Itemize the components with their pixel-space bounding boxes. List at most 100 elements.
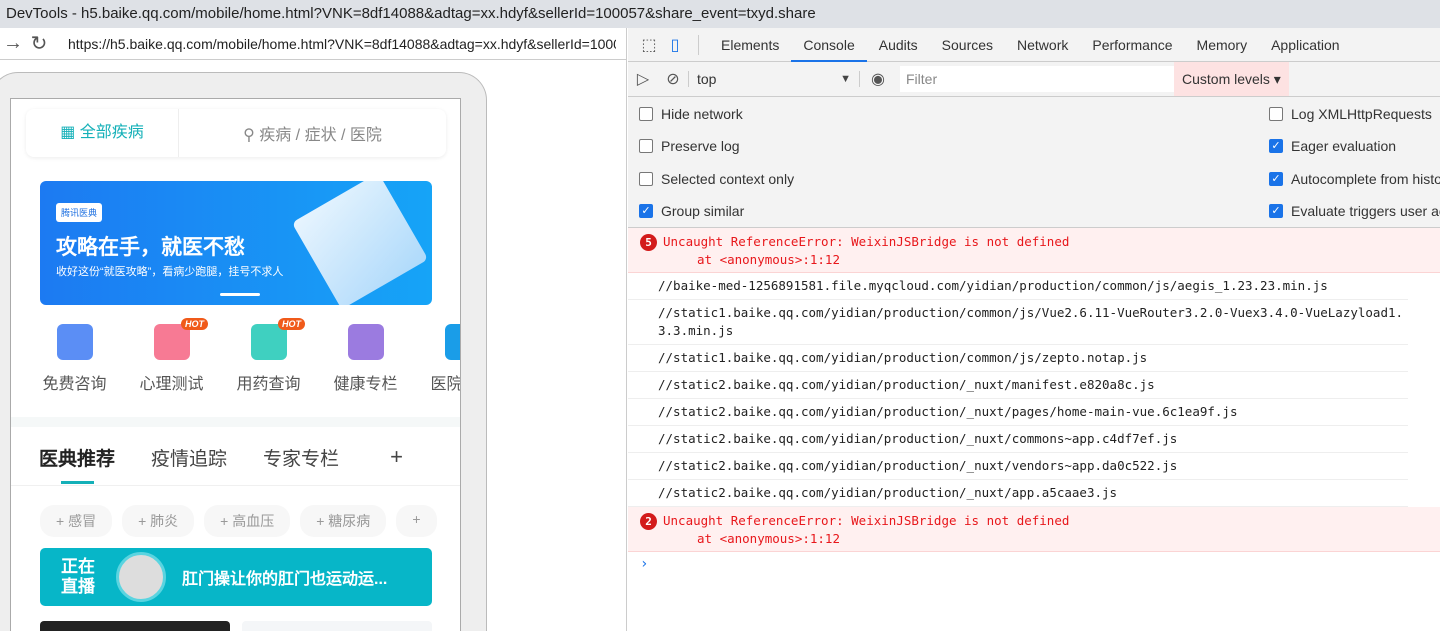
shortcut-item[interactable]: 免费咨询 bbox=[26, 324, 123, 394]
console-log: //static1.baike.qq.com/yidian/production… bbox=[628, 345, 1408, 372]
error-location[interactable]: at <anonymous>:1:12 bbox=[663, 530, 1440, 548]
add-tab-button[interactable]: + bbox=[390, 444, 403, 470]
address-bar[interactable]: https://h5.baike.qq.com/mobile/home.html… bbox=[68, 36, 616, 52]
browser-nav-bar: → ↻ https://h5.baike.qq.com/mobile/home.… bbox=[0, 28, 626, 60]
repeat-count-badge: 5 bbox=[640, 234, 657, 251]
setting-checkbox[interactable]: ✓ Autocomplete from history bbox=[1269, 171, 1440, 187]
document-illustration bbox=[291, 181, 429, 305]
setting-checkbox[interactable]: Hide network bbox=[639, 106, 743, 122]
devtools-panel: ⬚ ▯ Elements Console Audits Sources Network P… bbox=[628, 28, 1440, 576]
tag[interactable]: + 高血压 bbox=[204, 505, 291, 537]
console-error: 2 Uncaught ReferenceError: WeixinJSBridge… bbox=[628, 507, 1440, 552]
promo-banner[interactable]: 腾讯医典 攻略在手，就医不愁 收好这份“就医攻略”，看病少跑腿，挂号不求人 bbox=[40, 181, 432, 305]
reload-icon[interactable]: ↻ bbox=[26, 31, 52, 56]
console-log: //static2.baike.qq.com/yidian/production… bbox=[628, 399, 1408, 426]
search-input[interactable]: ⚲ 疾病 / 症状 / 医院 bbox=[179, 121, 446, 145]
shortcut-icon bbox=[347, 324, 384, 360]
tag[interactable]: + bbox=[396, 505, 437, 537]
checkbox[interactable] bbox=[639, 139, 653, 153]
shortcut-label: 免费咨询 bbox=[42, 376, 107, 393]
tab-memory[interactable]: Memory bbox=[1185, 28, 1260, 62]
checkbox[interactable]: ✓ bbox=[639, 204, 653, 218]
carousel-indicator bbox=[220, 293, 260, 296]
live-label: 正在 直播 bbox=[61, 557, 95, 596]
console-log: //static2.baike.qq.com/yidian/production… bbox=[628, 453, 1408, 480]
banner-subtitle: 收好这份“就医攻略”，看病少跑腿，挂号不求人 bbox=[56, 266, 284, 278]
filter-input[interactable]: Filter bbox=[900, 66, 1174, 92]
setting-checkbox[interactable]: Log XMLHttpRequests bbox=[1269, 106, 1432, 122]
tab-application[interactable]: Application bbox=[1259, 28, 1352, 62]
shortcut-icon bbox=[56, 324, 93, 360]
context-selector[interactable]: top ▼ bbox=[688, 71, 860, 87]
checkbox[interactable]: ✓ bbox=[1269, 172, 1283, 186]
article-thumbnail[interactable] bbox=[40, 621, 230, 631]
console-output: 5 Uncaught ReferenceError: WeixinJSBridge… bbox=[628, 228, 1440, 576]
tab-console[interactable]: Console bbox=[791, 28, 867, 62]
shortcut-item[interactable]: HOT 用药查询 bbox=[220, 318, 317, 394]
setting-checkbox[interactable]: ✓Evaluate triggers user activation bbox=[1269, 203, 1440, 219]
tab-experts[interactable]: 专家专栏 bbox=[263, 444, 339, 471]
console-error: 5 Uncaught ReferenceError: WeixinJSBridge… bbox=[628, 228, 1440, 273]
article-thumbnail[interactable] bbox=[242, 621, 432, 631]
setting-checkbox[interactable]: Preserve log bbox=[639, 138, 740, 154]
tag[interactable]: + 糖尿病 bbox=[300, 505, 387, 537]
tab-performance[interactable]: Performance bbox=[1080, 28, 1184, 62]
shortcut-item[interactable]: HOT 心理测试 bbox=[123, 318, 220, 394]
forward-icon[interactable]: → bbox=[0, 32, 26, 55]
setting-checkbox[interactable]: Selected context only bbox=[639, 171, 794, 187]
console-settings: Hide network Preserve log Selected context… bbox=[628, 97, 1440, 228]
checkbox[interactable]: ✓ bbox=[1269, 204, 1283, 218]
shortcut-icon bbox=[444, 324, 460, 360]
checkbox[interactable]: ✓ bbox=[1269, 139, 1283, 153]
checkbox[interactable] bbox=[1269, 107, 1283, 121]
banner-title: 攻略在手，就医不愁 bbox=[56, 236, 245, 259]
divider bbox=[11, 485, 460, 486]
shortcut-label: 医院挂号 bbox=[430, 376, 461, 393]
tab-recommend[interactable]: 医典推荐 bbox=[39, 444, 115, 471]
console-log: //static2.baike.qq.com/yidian/production… bbox=[628, 480, 1408, 507]
content-tabs: 医典推荐 疫情追踪 专家专栏 + bbox=[39, 444, 439, 471]
checkbox[interactable] bbox=[639, 172, 653, 186]
checkbox[interactable] bbox=[639, 107, 653, 121]
doctor-avatar bbox=[116, 552, 166, 602]
log-levels-dropdown[interactable]: Custom levels ▾ bbox=[1174, 62, 1289, 96]
section-divider bbox=[11, 417, 460, 427]
device-toolbar-icon[interactable]: ▯ bbox=[662, 35, 688, 55]
live-stream-banner[interactable]: 正在 直播 肛门操让你的肛门也运动运... bbox=[40, 548, 432, 606]
disease-tags: + 感冒 + 肺炎 + 高血压 + 糖尿病 + bbox=[40, 505, 437, 537]
devtools-tabs: ⬚ ▯ Elements Console Audits Sources Network P… bbox=[628, 28, 1440, 62]
console-log: //static2.baike.qq.com/yidian/production… bbox=[628, 372, 1408, 399]
clear-console-icon[interactable]: ⊘ bbox=[658, 69, 688, 89]
all-diseases-button[interactable]: ▦ 全部疾病 bbox=[26, 109, 179, 157]
shortcut-label: 健康专栏 bbox=[333, 376, 398, 393]
shortcut-label: 心理测试 bbox=[139, 376, 204, 393]
setting-checkbox[interactable]: ✓ Eager evaluation bbox=[1269, 138, 1396, 154]
console-prompt[interactable]: › bbox=[628, 552, 1440, 576]
tab-audits[interactable]: Audits bbox=[867, 28, 930, 62]
sidebar-toggle-icon[interactable]: ▷ bbox=[628, 69, 658, 89]
search-icon: ⚲ bbox=[243, 127, 260, 144]
banner-logo: 腾讯医典 bbox=[56, 203, 103, 222]
error-location[interactable]: at <anonymous>:1:12 bbox=[663, 251, 1440, 269]
tab-sources[interactable]: Sources bbox=[930, 28, 1005, 62]
live-title: 肛门操让你的肛门也运动运... bbox=[182, 571, 388, 588]
tag[interactable]: + 肺炎 bbox=[122, 505, 195, 537]
search-bar: ▦ 全部疾病 ⚲ 疾病 / 症状 / 医院 bbox=[26, 109, 446, 157]
dropdown-arrow-icon: ▼ bbox=[840, 73, 851, 85]
tab-network[interactable]: Network bbox=[1005, 28, 1080, 62]
shortcut-grid: 免费咨询 HOT 心理测试 HOT 用药查询 健康专栏 医院挂号 bbox=[26, 318, 461, 394]
inspect-element-icon[interactable]: ⬚ bbox=[636, 35, 662, 55]
tab-elements[interactable]: Elements bbox=[709, 28, 791, 62]
console-log: //static1.baike.qq.com/yidian/production… bbox=[628, 300, 1408, 345]
shortcut-item[interactable]: 医院挂号 bbox=[414, 324, 461, 394]
eye-icon[interactable]: ◉ bbox=[860, 69, 896, 89]
active-tab-indicator bbox=[61, 481, 94, 484]
console-log: //baike-med-1256891581.file.myqcloud.com… bbox=[628, 273, 1408, 300]
setting-checkbox[interactable]: ✓ Group similar bbox=[639, 203, 744, 219]
hot-badge: HOT bbox=[278, 318, 305, 330]
tab-epidemic[interactable]: 疫情追踪 bbox=[151, 444, 227, 471]
window-title: DevTools - h5.baike.qq.com/mobile/home.h… bbox=[0, 0, 1440, 28]
console-toolbar: ▷ ⊘ top ▼ ◉ Filter Custom levels ▾ bbox=[628, 62, 1440, 97]
tag[interactable]: + 感冒 bbox=[40, 505, 113, 537]
shortcut-item[interactable]: 健康专栏 bbox=[317, 324, 414, 394]
